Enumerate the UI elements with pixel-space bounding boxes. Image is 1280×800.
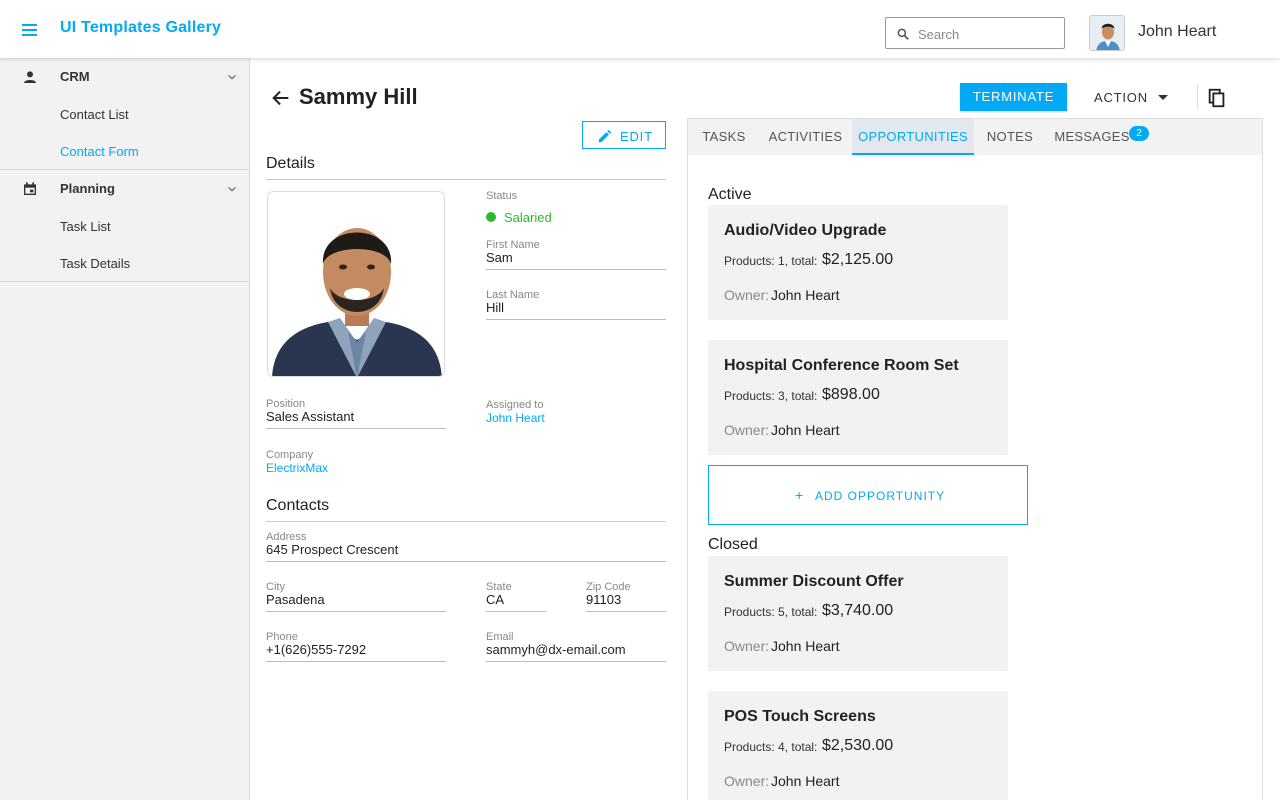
opportunity-card[interactable]: POS Touch Screens Products: 4, total: $2… (708, 691, 1008, 800)
messages-count-badge: 2 (1129, 126, 1149, 141)
state-field[interactable]: CA (486, 592, 504, 607)
tab-opportunities[interactable]: OPPORTUNITIES (852, 119, 974, 155)
opportunity-products: Products: 1, total: (724, 254, 818, 268)
search-icon (897, 28, 909, 40)
opportunity-total: $898.00 (822, 386, 880, 403)
sidebar-group-crm[interactable]: CRM (0, 58, 250, 95)
opportunity-name: Summer Discount Offer (724, 573, 904, 590)
first-name-field[interactable]: Sam (486, 250, 513, 265)
person-icon (24, 71, 36, 83)
status-dot (486, 212, 496, 222)
owner-label: Owner: (724, 773, 770, 789)
sidebar: CRM Contact List Contact Form Planning T… (0, 58, 250, 800)
opportunity-products: Products: 3, total: (724, 389, 818, 403)
app-header: UI Templates Gallery John Heart (0, 0, 1280, 58)
app-title[interactable]: UI Templates Gallery (60, 19, 221, 37)
zip-code-field[interactable]: 91103 (586, 592, 621, 607)
last-name-field[interactable]: Hill (486, 300, 504, 315)
page-title: Sammy Hill (299, 84, 418, 109)
search-input[interactable] (918, 24, 1058, 44)
section-divider (266, 179, 666, 180)
action-dropdown-button[interactable]: ACTION (1084, 83, 1178, 111)
owner-label: Owner: (724, 287, 770, 303)
opportunity-owner: John Heart (771, 773, 840, 789)
opportunity-total: $3,740.00 (822, 602, 894, 619)
terminate-button[interactable]: TERMINATE (960, 83, 1067, 111)
arrow-back-icon[interactable] (270, 87, 292, 109)
chevron-down-icon (228, 186, 236, 192)
opportunity-total: $2,125.00 (822, 251, 894, 268)
opportunity-card[interactable]: Summer Discount Offer Products: 5, total… (708, 556, 1008, 671)
sidebar-group-label: Planning (60, 181, 115, 196)
toolbar-divider (1197, 84, 1198, 110)
sidebar-item-task-details[interactable]: Task Details (60, 256, 130, 271)
opportunity-products: Products: 4, total: (724, 740, 818, 754)
search-box[interactable] (885, 17, 1065, 49)
edit-button[interactable]: EDIT (582, 121, 666, 149)
add-opportunity-label: ADD OPPORTUNITY (815, 489, 946, 503)
sidebar-item-contact-form[interactable]: Contact Form (60, 144, 139, 159)
chevron-down-icon (228, 74, 236, 80)
sidebar-item-contact-list[interactable]: Contact List (60, 107, 129, 122)
add-opportunity-button[interactable]: + ADD OPPORTUNITY (708, 465, 1028, 525)
company-link[interactable]: ElectrixMax (266, 461, 328, 475)
address-field[interactable]: 645 Prospect Crescent (266, 542, 398, 557)
field-underline (486, 661, 666, 662)
company-label: Company (266, 449, 314, 461)
tab-notes[interactable]: NOTES (980, 119, 1040, 155)
opportunity-name: Hospital Conference Room Set (724, 357, 959, 374)
owner-label: Owner: (724, 422, 770, 438)
field-underline (586, 611, 666, 612)
caret-down-icon (1158, 95, 1168, 100)
opportunity-owner: John Heart (771, 422, 840, 438)
details-section-title: Details (266, 155, 315, 172)
opportunity-name: Audio/Video Upgrade (724, 222, 887, 239)
calendar-icon (24, 182, 36, 195)
email-field[interactable]: sammyh@dx-email.com (486, 642, 626, 657)
field-underline (266, 611, 446, 612)
plus-icon: + (795, 487, 804, 503)
assigned-to-link[interactable]: John Heart (486, 411, 545, 425)
avatar[interactable] (1089, 15, 1125, 51)
sidebar-group-label: CRM (60, 69, 90, 84)
menu-icon[interactable] (18, 18, 42, 42)
copy-icon[interactable] (1206, 87, 1228, 109)
sidebar-divider (0, 281, 250, 282)
action-label: ACTION (1094, 90, 1148, 105)
position-field[interactable]: Sales Assistant (266, 409, 354, 424)
status-value: Salaried (504, 210, 552, 225)
tab-messages[interactable]: MESSAGES (1052, 119, 1132, 155)
tab-tasks[interactable]: TASKS (692, 119, 756, 155)
opportunity-card[interactable]: Hospital Conference Room Set Products: 3… (708, 340, 1008, 455)
field-underline (266, 428, 446, 429)
user-name[interactable]: John Heart (1138, 23, 1216, 41)
contact-photo (267, 191, 445, 377)
status-label: Status (486, 190, 518, 202)
contacts-section-title: Contacts (266, 497, 330, 514)
field-underline (486, 611, 546, 612)
assigned-to-label: Assigned to (486, 399, 544, 411)
field-underline (486, 269, 666, 270)
section-divider (266, 521, 666, 522)
closed-group-title: Closed (708, 536, 758, 553)
opportunity-owner: John Heart (771, 638, 840, 654)
opportunity-name: POS Touch Screens (724, 708, 876, 725)
opportunity-owner: John Heart (771, 287, 840, 303)
opportunity-total: $2,530.00 (822, 737, 894, 754)
pencil-icon (598, 129, 612, 143)
city-field[interactable]: Pasadena (266, 592, 325, 607)
phone-field[interactable]: +1(626)555-7292 (266, 642, 366, 657)
owner-label: Owner: (724, 638, 770, 654)
edit-label: EDIT (620, 129, 653, 144)
sidebar-group-planning[interactable]: Planning (0, 170, 250, 207)
sidebar-item-task-list[interactable]: Task List (60, 219, 111, 234)
field-underline (486, 319, 666, 320)
field-underline (266, 661, 446, 662)
tab-activities[interactable]: ACTIVITIES (762, 119, 849, 155)
field-underline (266, 561, 666, 562)
opportunity-card[interactable]: Audio/Video Upgrade Products: 1, total: … (708, 205, 1008, 320)
opportunity-products: Products: 5, total: (724, 605, 818, 619)
active-group-title: Active (708, 186, 752, 203)
